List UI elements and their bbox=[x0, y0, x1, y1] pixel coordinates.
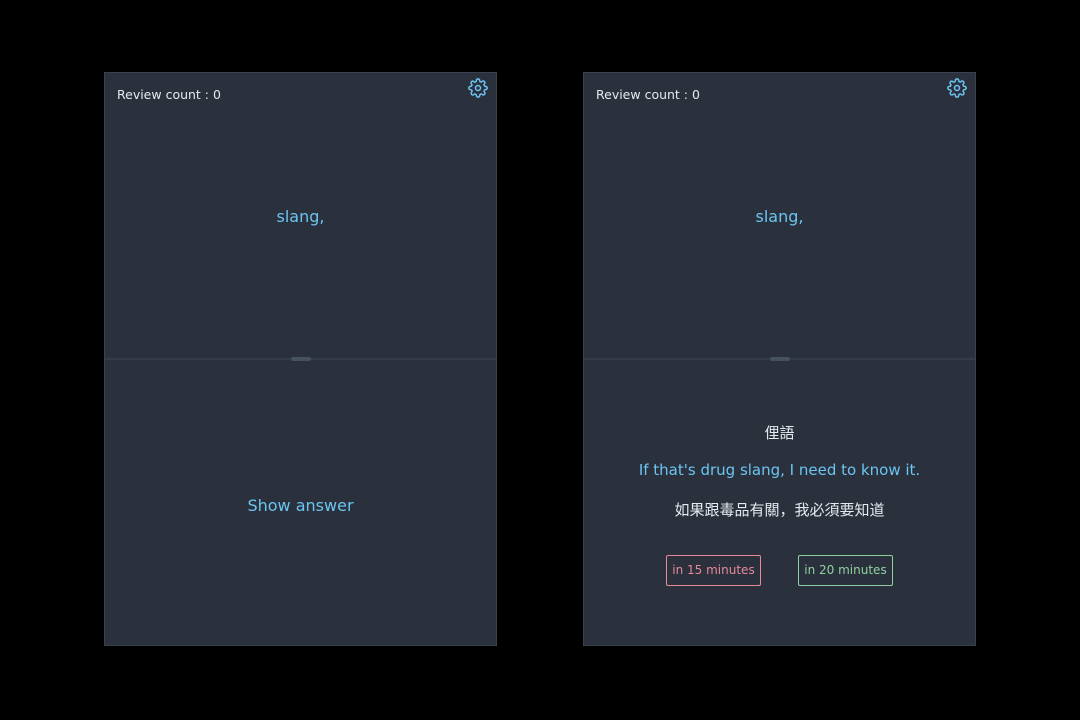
example-sentence-zh: 如果跟毒品有關，我必須要知道 bbox=[674, 501, 885, 519]
vocab-word: slang, bbox=[276, 207, 325, 226]
flashcard-question: Review count : 0 slang, Show answer bbox=[104, 72, 497, 646]
word-meaning: 俚語 bbox=[764, 424, 795, 442]
card-front: Review count : 0 slang, bbox=[105, 73, 496, 359]
gear-icon[interactable] bbox=[468, 78, 488, 98]
card-back: 俚語 If that's drug slang, I need to know … bbox=[584, 360, 975, 645]
again-button[interactable]: in 15 minutes bbox=[666, 555, 761, 586]
review-count: Review count : 0 bbox=[596, 87, 700, 102]
stage: Review count : 0 slang, Show answer Revi… bbox=[0, 0, 1080, 720]
gear-icon[interactable] bbox=[947, 78, 967, 98]
good-button[interactable]: in 20 minutes bbox=[798, 555, 893, 586]
review-count: Review count : 0 bbox=[117, 87, 221, 102]
vocab-word: slang, bbox=[755, 207, 804, 226]
example-sentence-en: If that's drug slang, I need to know it. bbox=[638, 461, 921, 479]
card-back: Show answer bbox=[105, 360, 496, 645]
card-front: Review count : 0 slang, bbox=[584, 73, 975, 359]
flashcard-answer: Review count : 0 slang, 俚語 If that's dru… bbox=[583, 72, 976, 646]
show-answer-button[interactable]: Show answer bbox=[105, 496, 496, 515]
